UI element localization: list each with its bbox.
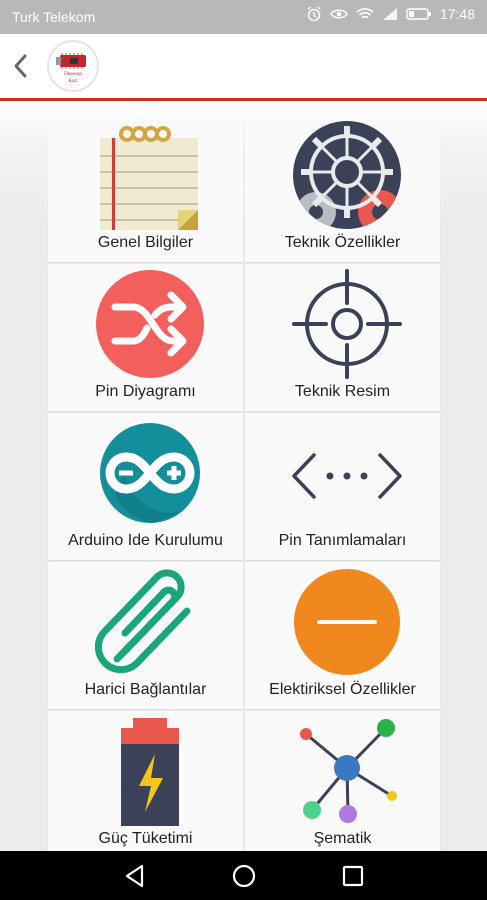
arduino-icon [100,423,200,523]
menu-label: Arduino Ide Kurulumu [68,532,223,549]
home-circle-icon[interactable] [231,863,257,889]
recents-square-icon[interactable] [340,863,366,889]
menu-grid: Genel Bilgiler Teknik Özellikler Pin Diy… [48,115,440,851]
menu-tile-elektiriksel-ozellikler[interactable]: Elektiriksel Özellikler [245,562,440,709]
menu-label: Şematik [313,830,372,847]
minus-circle-icon [294,569,400,675]
alarm-icon [307,6,321,22]
logo-text-top: Deneyap [64,72,82,77]
menu-tile-teknik-ozellikler[interactable]: Teknik Özellikler [245,115,440,262]
clock: 17:48 [439,6,475,22]
menu-tile-genel-bilgiler[interactable]: Genel Bilgiler [48,115,243,262]
battery-icon [406,8,431,20]
network-icon [300,719,397,823]
carrier-name: Turk Telekom [12,9,96,25]
menu-label: Genel Bilgiler [97,234,194,251]
logo-text-bottom: Kart [68,79,78,84]
menu-tile-arduino-ide-kurulumu[interactable]: Arduino Ide Kurulumu [48,413,243,560]
menu-tile-pin-diyagrami[interactable]: Pin Diyagramı [48,264,243,411]
paperclip-icon [95,569,191,674]
menu-area: Genel Bilgiler Teknik Özellikler Pin Diy… [0,101,487,851]
eye-comfort-icon [330,9,348,19]
menu-label: Teknik Resim [294,383,391,400]
menu-label: Güç Tüketimi [98,830,193,847]
status-icons: 17:48 [306,6,475,22]
menu-tile-guc-tuketimi[interactable]: Güç Tüketimi [48,711,243,851]
menu-label: Pin Tanımlamaları [278,532,407,549]
notepad-icon [100,126,198,230]
battery-bolt-icon [121,718,179,826]
chevron-left-icon[interactable] [8,50,34,82]
menu-label: Pin Diyagramı [95,383,196,400]
status-bar: Turk Telekom 17:48 [0,0,487,34]
menu-label: Harici Bağlantılar [84,681,207,698]
menu-label: Teknik Özellikler [284,234,401,251]
menu-tile-harici-baglantilar[interactable]: Harici Bağlantılar [48,562,243,709]
menu-tile-sematik[interactable]: Şematik [245,711,440,851]
signal-icon [382,8,397,20]
gears-icon [293,121,401,229]
menu-tile-pin-tanimlamalari[interactable]: Pin Tanımlamaları [245,413,440,560]
code-dots-icon [292,453,402,499]
app-bar: Deneyap Kart [0,34,487,98]
menu-tile-teknik-resim[interactable]: Teknik Resim [245,264,440,411]
menu-label: Elektiriksel Özellikler [269,681,416,698]
system-nav-bar [0,851,487,900]
crosshair-icon [292,269,402,379]
app-logo: Deneyap Kart [47,40,99,92]
shuffle-icon [96,270,204,378]
back-triangle-icon[interactable] [122,863,148,889]
wifi-icon [356,8,374,19]
